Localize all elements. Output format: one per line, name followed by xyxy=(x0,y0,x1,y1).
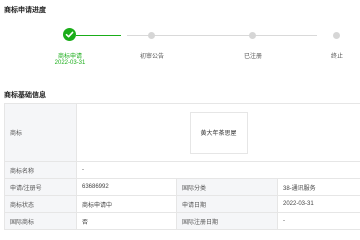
name-value: - xyxy=(76,161,360,179)
step-label-application: 商标申请 xyxy=(57,54,83,60)
trademark-image-text: 黄大年茶思屋 xyxy=(200,130,237,137)
trademark-detail-page: 商标申请进度 商标申请 2022-03-31 初审公告 已注册 终止 商标基础信… xyxy=(0,0,360,240)
step-dot-terminated xyxy=(333,32,340,39)
intl-class-label: 国际分类 xyxy=(176,178,278,196)
table-row: 商标 黄大年茶思屋 xyxy=(4,103,360,162)
progress-track-done xyxy=(76,35,121,36)
progress-stepper: 商标申请 2022-03-31 初审公告 已注册 终止 xyxy=(0,26,360,76)
table-row: 商标名称 - xyxy=(4,161,360,179)
table-row: 国际商标 否 国际注册日期 - xyxy=(4,212,360,230)
mark-image-cell: 黄大年茶思屋 xyxy=(76,103,360,162)
intl-reg-date-label: 国际注册日期 xyxy=(176,212,278,230)
name-label: 商标名称 xyxy=(4,161,77,179)
step-label-preliminary: 初审公告 xyxy=(139,54,165,60)
apply-date-value: 2022-03-31 xyxy=(277,195,360,213)
info-section-title: 商标基础信息 xyxy=(4,92,46,99)
apply-date-label: 申请日期 xyxy=(176,195,278,213)
intl-mark-value: 否 xyxy=(76,212,177,230)
table-row: 申请/注册号 63686992 国际分类 38-通讯服务 xyxy=(4,178,360,196)
status-label: 商标状态 xyxy=(4,195,77,213)
step-dot-registered xyxy=(249,32,256,39)
progress-track-pending xyxy=(127,35,317,36)
step-date-application: 2022-03-31 xyxy=(54,60,86,66)
trademark-info-table: 商标 黄大年茶思屋 商标名称 - 申请/注册号 63686992 国际分类 38… xyxy=(4,103,360,230)
status-value: 商标申请中 xyxy=(76,195,177,213)
step-label-terminated: 终止 xyxy=(330,54,344,60)
reg-number-label: 申请/注册号 xyxy=(4,178,77,196)
intl-mark-label: 国际商标 xyxy=(4,212,77,230)
step-label-registered: 已注册 xyxy=(243,54,263,60)
mark-label: 商标 xyxy=(4,103,77,162)
trademark-image: 黄大年茶思屋 xyxy=(189,111,248,154)
step-dot-preliminary xyxy=(148,32,155,39)
intl-reg-date-value: - xyxy=(277,212,360,230)
step-complete-check-icon xyxy=(63,28,76,41)
intl-class-value: 38-通讯服务 xyxy=(277,178,360,196)
reg-number-value: 63686992 xyxy=(76,178,177,196)
progress-section-title: 商标申请进度 xyxy=(4,7,46,14)
table-row: 商标状态 商标申请中 申请日期 2022-03-31 xyxy=(4,195,360,213)
